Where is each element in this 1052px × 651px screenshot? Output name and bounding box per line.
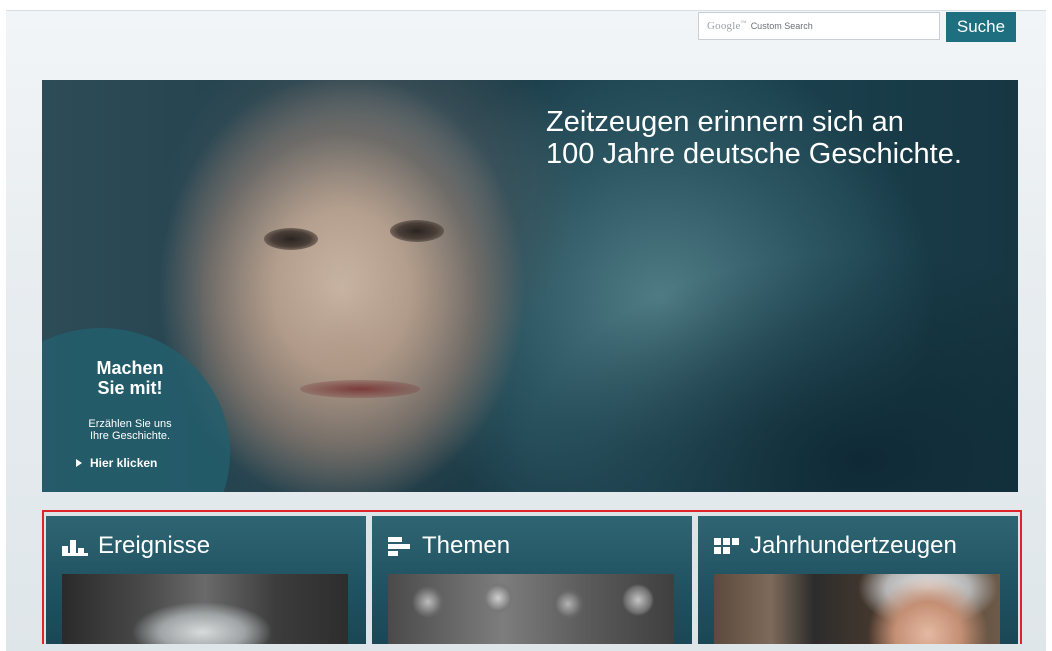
panel-label-jahrhundertzeugen: Jahrhundertzeugen: [750, 532, 957, 559]
join-subtitle-line1: Erzählen Sie uns: [88, 418, 172, 430]
search-placeholder: Custom Search: [750, 21, 813, 31]
search-field[interactable]: Google™ Custom Search: [698, 12, 940, 40]
join-link-label: Hier klicken: [90, 456, 158, 470]
join-title: Machen Sie mit!: [60, 358, 200, 398]
hero-headline: Zeitzeugen erinnern sich an 100 Jahre de…: [546, 106, 1006, 170]
hero-headline-line1: Zeitzeugen erinnern sich an: [546, 106, 904, 138]
category-panels: Ereignisse Themen Jahrhundertzeugen: [42, 510, 1022, 644]
join-title-line1: Machen: [96, 358, 164, 378]
witness-grid-icon: [714, 538, 739, 554]
themes-photo[interactable]: [388, 574, 674, 644]
play-icon: [76, 459, 82, 467]
join-subtitle: Erzählen Sie uns Ihre Geschichte.: [60, 418, 200, 442]
hero-portrait: [202, 140, 522, 492]
themes-bars-icon: [388, 537, 410, 556]
hero-headline-line2: 100 Jahre deutsche Geschichte.: [546, 138, 962, 170]
panel-themen[interactable]: Themen: [372, 516, 692, 644]
join-subtitle-line2: Ihre Geschichte.: [89, 430, 171, 442]
panel-header-jahrhundertzeugen: Jahrhundertzeugen: [714, 532, 957, 560]
join-title-line2: Sie mit!: [97, 378, 163, 398]
events-chart-icon: [62, 540, 88, 556]
search-button[interactable]: Suche: [946, 12, 1016, 42]
panel-label-ereignisse: Ereignisse: [98, 532, 211, 559]
google-logo: Google™: [707, 20, 747, 32]
join-link[interactable]: Hier klicken: [76, 456, 157, 470]
panel-header-themen: Themen: [388, 532, 510, 560]
events-photo[interactable]: [62, 574, 348, 644]
witness-photo[interactable]: [714, 574, 1000, 644]
portrait-eye-left: [264, 228, 318, 250]
panel-jahrhundertzeugen[interactable]: Jahrhundertzeugen: [698, 516, 1018, 644]
hero-banner: Zeitzeugen erinnern sich an 100 Jahre de…: [42, 80, 1018, 492]
panel-header-ereignisse: Ereignisse: [62, 532, 210, 560]
portrait-eye-right: [390, 220, 444, 242]
portrait-mouth: [300, 380, 420, 398]
panel-ereignisse[interactable]: Ereignisse: [46, 516, 366, 644]
panel-label-themen: Themen: [422, 532, 511, 559]
